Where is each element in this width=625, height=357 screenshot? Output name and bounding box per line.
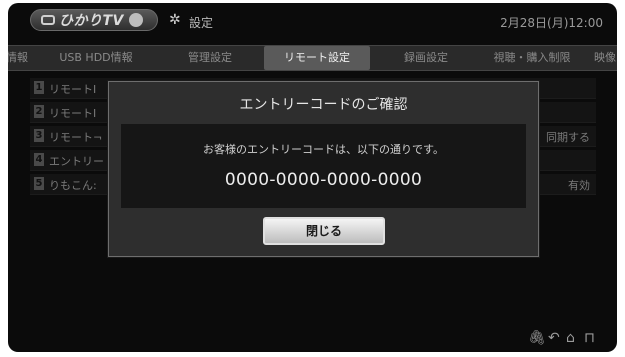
attachment-icon: 🖇 (528, 330, 546, 346)
item-number: 4 (34, 153, 44, 166)
item-label: リモートI (49, 107, 97, 120)
item-label: りもこん: (49, 179, 97, 192)
home-icon: ⌂ (566, 330, 575, 346)
close-button[interactable]: 閉じる (263, 217, 385, 245)
back-icon: ↶ (548, 330, 560, 346)
logo-mark-icon (41, 15, 55, 25)
item-number: 2 (34, 105, 44, 118)
tab-info[interactable]: 情報 (8, 46, 32, 70)
tab-bar: 情報 USB HDD情報 管理設定 リモート設定 録画設定 視聴・購入制限 映像 (8, 45, 617, 71)
tab-recording-settings[interactable]: 録画設定 (376, 46, 476, 70)
item-value: 同期する (546, 131, 590, 144)
tab-video[interactable]: 映像 (588, 46, 617, 70)
tab-remote-settings[interactable]: リモート設定 (264, 46, 370, 70)
item-label: エントリー (49, 155, 104, 168)
bottom-icon-bar: 🖇 ↶ ⌂ ⊓ (30, 329, 600, 347)
item-label: リモートI (49, 83, 97, 96)
lock-icon: ⊓ (584, 330, 595, 346)
dialog-body: お客様のエントリーコードは、以下の通りです。 0000-0000-0000-00… (121, 124, 526, 208)
logo-circle-icon (128, 13, 143, 27)
item-number: 3 (34, 129, 44, 142)
item-number: 5 (34, 177, 44, 190)
dialog-title: エントリーコードのご確認 (239, 97, 408, 113)
page-title: 設定 (189, 16, 214, 30)
datetime: 2月28日(月)12:00 (500, 16, 603, 30)
item-number: 1 (34, 81, 44, 94)
logo-text: ひかりTV (59, 13, 124, 29)
entry-code-dialog: エントリーコードのご確認 お客様のエントリーコードは、以下の通りです。 0000… (108, 81, 539, 257)
dialog-message: お客様のエントリーコードは、以下の通りです。 (203, 143, 444, 156)
item-value: 有効 (568, 179, 590, 192)
tab-usb-hdd-info[interactable]: USB HDD情報 (44, 46, 148, 70)
hikari-tv-logo: ひかりTV (30, 9, 158, 31)
tab-viewing-purchase-restrictions[interactable]: 視聴・購入制限 (480, 46, 584, 70)
tv-screen: ひかりTV ✲ 設定 2月28日(月)12:00 情報 USB HDD情報 管理… (8, 3, 617, 352)
gear-icon: ✲ (169, 12, 181, 28)
tab-management-settings[interactable]: 管理設定 (160, 46, 260, 70)
item-label: リモート¬ (49, 131, 103, 144)
entry-code: 0000-0000-0000-0000 (224, 170, 423, 190)
